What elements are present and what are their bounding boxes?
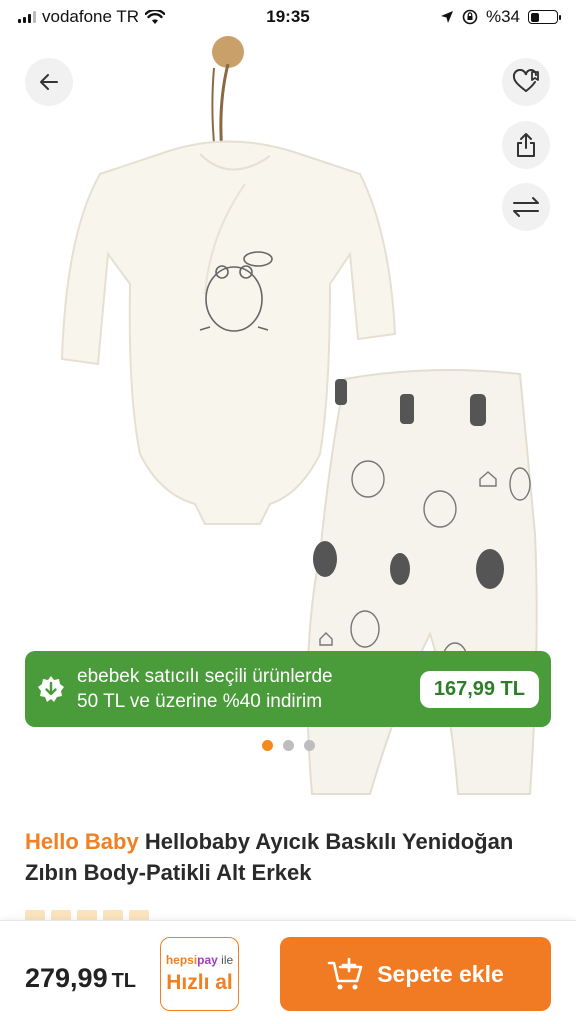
status-left: vodafone TR: [18, 7, 218, 27]
location-icon: [440, 11, 453, 23]
status-bar: vodafone TR 19:35 %34: [0, 0, 576, 34]
quick-buy-button[interactable]: hepsipay ile Hızlı al: [160, 937, 239, 1011]
signal-icon: [18, 11, 36, 23]
product-price: 279,99 TL: [25, 963, 136, 994]
carousel-indicator: [0, 740, 576, 751]
compare-button[interactable]: [502, 183, 550, 231]
share-button[interactable]: [502, 121, 550, 169]
battery-percent: %34: [485, 7, 520, 26]
promo-text: ebebek satıcılı seçili ürünlerde 50 TL v…: [77, 664, 420, 714]
bottom-action-bar: 279,99 TL hepsipay ile Hızlı al Sepete ek…: [0, 920, 576, 1024]
favorite-button[interactable]: [502, 58, 550, 106]
price-currency: TL: [111, 970, 137, 992]
price-value: 279,99: [25, 963, 108, 993]
hepsipay-suffix: ile: [217, 953, 234, 967]
discount-badge-icon: [38, 676, 64, 702]
carousel-dot[interactable]: [303, 740, 315, 751]
quick-buy-label: Hızlı al: [166, 971, 233, 994]
status-right: %34: [440, 7, 561, 27]
carousel-dot[interactable]: [282, 740, 294, 751]
add-to-cart-button[interactable]: Sepete ekle: [280, 937, 551, 1011]
cart-plus-icon: [327, 957, 363, 990]
rotation-lock-icon: [462, 9, 478, 25]
carousel-dot[interactable]: [261, 740, 273, 751]
hepsipay-logo-part-b: pay: [197, 953, 218, 967]
promo-banner[interactable]: ebebek satıcılı seçili ürünlerde 50 TL v…: [25, 651, 551, 727]
compare-arrows-icon: [513, 197, 539, 217]
heart-icon: [512, 69, 539, 92]
arrow-left-icon: [40, 74, 58, 90]
battery-icon: [528, 10, 561, 24]
add-to-cart-label: Sepete ekle: [377, 960, 504, 987]
share-icon: [517, 133, 535, 157]
promo-line-2: 50 TL ve üzerine %40 indirim: [77, 691, 323, 712]
battery-fill: [530, 12, 539, 22]
promo-line-1: ebebek satıcılı seçili ürünlerde: [77, 666, 333, 687]
hepsipay-logo-part-a: hepsi: [165, 953, 198, 967]
promo-price: 167,99 TL: [419, 670, 539, 708]
wifi-icon: [145, 9, 166, 24]
hepsipay-label: hepsipay ile: [166, 953, 233, 967]
carrier-name: vodafone TR: [42, 7, 140, 26]
product-title: Hello Baby Hellobaby Ayıcık Baskılı Yeni…: [25, 826, 555, 888]
brand-link[interactable]: Hello Baby: [25, 829, 139, 854]
back-button[interactable]: [25, 58, 73, 106]
